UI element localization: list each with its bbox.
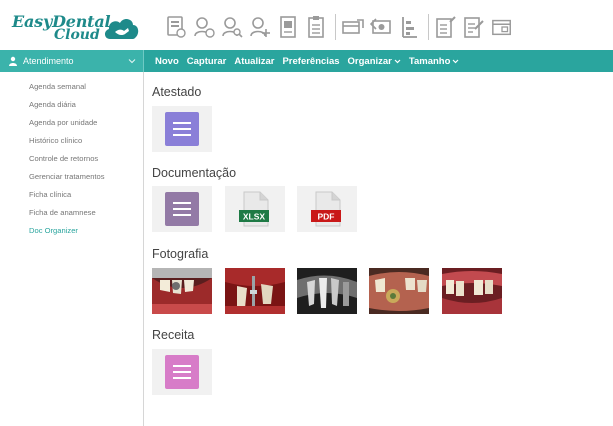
menu-tamanho[interactable]: Tamanho (409, 56, 460, 67)
dental-xray-thumbnail[interactable] (297, 268, 357, 314)
xlsx-label: XLSX (243, 212, 266, 222)
top-bar: EasyDental Cloud (0, 0, 613, 50)
menu-capturar[interactable]: Capturar (187, 56, 227, 67)
form-icon[interactable] (463, 14, 485, 40)
document-icon (165, 355, 199, 389)
sidebar-item-gerenciar-tratamentos[interactable]: Gerenciar tratamentos (29, 172, 105, 181)
patient-search-icon[interactable] (221, 14, 243, 40)
document-icon (165, 192, 199, 226)
logo-text-sub: Cloud (54, 27, 100, 43)
toolbar-divider (335, 14, 336, 40)
menu-tamanho-label: Tamanho (408, 55, 451, 67)
documentacao-pdf-tile[interactable]: PDF (297, 186, 357, 232)
sidebar-header-label: Atendimento (23, 56, 74, 66)
add-patient-icon[interactable] (249, 14, 271, 40)
money-icon[interactable] (370, 14, 392, 40)
pdf-label: PDF (318, 212, 335, 222)
sidebar-item-controle-retornos[interactable]: Controle de retornos (29, 154, 98, 163)
patient-icon[interactable] (193, 14, 215, 40)
receita-doc-tile[interactable] (152, 349, 212, 395)
user-icon (9, 56, 17, 66)
sidebar-item-ficha-clinica[interactable]: Ficha clínica (29, 190, 71, 199)
chevron-down-icon[interactable] (128, 57, 136, 65)
record-icon[interactable] (277, 14, 299, 40)
sidebar-item-doc-organizer[interactable]: Doc Organizer (29, 226, 78, 235)
chart-icon[interactable] (398, 14, 420, 40)
doc-organizer-content: Atestado Documentação XLSX PDF Fotografi… (152, 72, 610, 426)
documentacao-xlsx-tile[interactable]: XLSX (225, 186, 285, 232)
sidebar-item-ficha-anamnese[interactable]: Ficha de anamnese (29, 208, 96, 217)
sidebar-item-agenda-unidade[interactable]: Agenda por unidade (29, 118, 97, 127)
menu-preferencias[interactable]: Preferências (282, 56, 339, 67)
atestado-doc-tile[interactable] (152, 106, 212, 152)
documentacao-doc-tile[interactable] (152, 186, 212, 232)
sidebar-item-historico-clinico[interactable]: Histórico clínico (29, 136, 82, 145)
sidebar-item-agenda-semanal[interactable]: Agenda semanal (29, 82, 86, 91)
dental-photo-thumbnail[interactable] (442, 268, 502, 314)
dental-photo-thumbnail[interactable] (225, 268, 285, 314)
chevron-down-icon (452, 59, 459, 63)
nav-bar: Atendimento Novo Capturar Atualizar Pref… (0, 50, 613, 72)
pdf-file-icon: PDF (311, 191, 341, 227)
section-title-receita: Receita (152, 328, 195, 342)
cloud-icon (104, 19, 139, 39)
logo[interactable]: EasyDental Cloud (10, 12, 139, 44)
section-title-documentacao: Documentação (152, 166, 237, 180)
chevron-down-icon (394, 59, 401, 63)
section-title-fotografia: Fotografia (152, 247, 209, 261)
document-edit-icon[interactable] (435, 14, 457, 40)
dental-photo-thumbnail[interactable] (152, 268, 212, 314)
sidebar-header[interactable]: Atendimento (0, 50, 144, 72)
section-title-atestado: Atestado (152, 85, 202, 99)
sidebar: Agenda semanal Agenda diária Agenda por … (0, 72, 144, 426)
app-window: EasyDental Cloud Atendimento Novo Captur… (0, 0, 613, 426)
sidebar-item-agenda-diaria[interactable]: Agenda diária (29, 100, 76, 109)
dental-photo-thumbnail[interactable] (369, 268, 429, 314)
menu-atualizar[interactable]: Atualizar (234, 56, 274, 67)
xlsx-file-icon: XLSX (239, 191, 269, 227)
menu-novo[interactable]: Novo (155, 56, 179, 67)
toolbar-divider (428, 14, 429, 40)
agenda-icon[interactable] (165, 14, 187, 40)
menu-organizar[interactable]: Organizar (348, 56, 401, 67)
main-toolbar (165, 12, 519, 42)
top-menu: Novo Capturar Atualizar Preferências Org… (155, 50, 467, 72)
clipboard-icon[interactable] (305, 14, 327, 40)
menu-organizar-label: Organizar (347, 55, 392, 67)
window-icon[interactable] (491, 14, 513, 40)
payment-icon[interactable] (342, 14, 364, 40)
document-icon (165, 112, 199, 146)
